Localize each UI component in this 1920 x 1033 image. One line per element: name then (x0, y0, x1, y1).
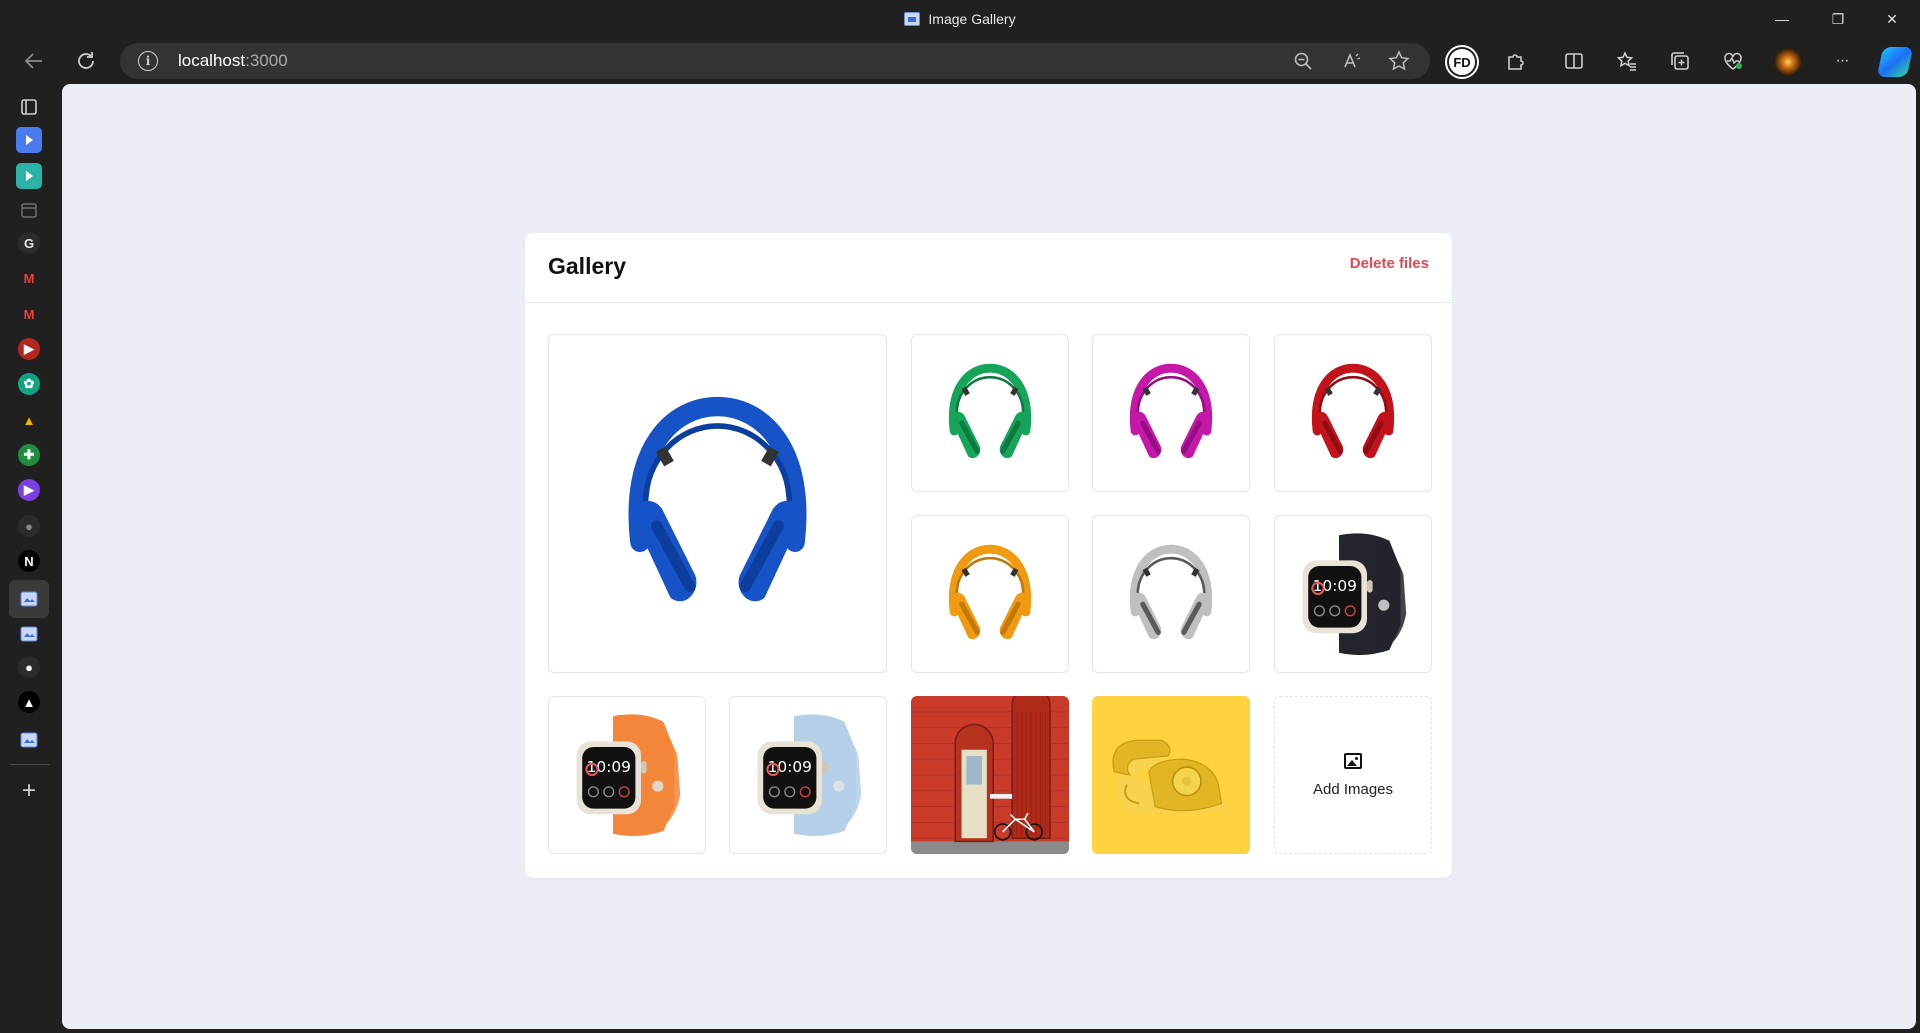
delete-files-button[interactable]: Delete files (1350, 255, 1429, 272)
gallery-header: Gallery Delete files (525, 233, 1452, 303)
svg-text:10:09: 10:09 (768, 758, 812, 776)
collections-icon[interactable] (1666, 47, 1694, 75)
gallery-image-watch-black[interactable]: 10:09 (1274, 515, 1432, 673)
profile-avatar[interactable] (1774, 48, 1802, 76)
add-images-label: Add Images (1312, 780, 1394, 798)
vercel-icon[interactable]: ▲ (18, 691, 40, 713)
gallery-image-headphones-blue[interactable] (548, 334, 887, 673)
extensions-puzzle-icon[interactable] (1502, 47, 1530, 75)
gallery-title: Gallery (548, 253, 626, 279)
gmail-icon[interactable]: M (18, 267, 40, 289)
gallery-image-headphones-red[interactable] (1274, 334, 1432, 492)
refresh-icon[interactable] (72, 47, 100, 75)
image-icon (1344, 752, 1362, 769)
read-aloud-icon[interactable] (1339, 49, 1365, 73)
google-drive-icon[interactable]: ▲ (18, 409, 40, 431)
app-icon[interactable]: ▶ (18, 479, 40, 501)
image-gallery-favicon-icon (904, 12, 921, 26)
gallery-image-headphones-silver[interactable] (1092, 515, 1250, 673)
add-images-tile[interactable]: Add Images (1274, 696, 1432, 854)
browser-essentials-heart-icon[interactable] (1719, 47, 1747, 75)
address-bar[interactable]: i localhost:3000 (120, 43, 1430, 79)
youtube-icon[interactable]: ▶ (18, 338, 40, 360)
sidebar-divider (10, 764, 50, 765)
favorite-star-icon[interactable] (1386, 49, 1412, 73)
gallery-image-headphones-magenta[interactable] (1092, 334, 1250, 492)
site-info-icon[interactable]: i (138, 51, 158, 71)
back-arrow-icon[interactable] (20, 47, 48, 75)
google-sheets-icon[interactable]: ✚ (18, 444, 40, 466)
image-gallery-icon[interactable] (16, 586, 42, 612)
gallery-image-yellow-rotary-phone[interactable] (1092, 696, 1250, 854)
gallery-image-red-wall-door-bicycle[interactable] (911, 696, 1069, 854)
copilot-icon[interactable] (1876, 47, 1914, 77)
chatgpt-icon[interactable]: ✿ (18, 373, 40, 395)
browser-toolbar: i localhost:3000 FD ··· (0, 38, 1920, 84)
window-title: Image Gallery (0, 0, 1920, 38)
page-viewport: Gallery Delete files 10:09 10:09 10:09 A… (62, 84, 1916, 1029)
gallery-card: Gallery Delete files 10:09 10:09 10:09 A… (525, 233, 1452, 878)
extension-fd-badge[interactable]: FD (1447, 47, 1477, 77)
calendar-icon[interactable] (16, 197, 42, 223)
restore-button[interactable]: ❐ (1810, 0, 1866, 38)
gallery-image-headphones-orange[interactable] (911, 515, 1069, 673)
settings-more-icon[interactable]: ··· (1828, 47, 1856, 75)
github-icon-2[interactable]: ● (18, 656, 40, 678)
add-sidebar-app-icon[interactable]: + (16, 777, 42, 804)
gallery-image-headphones-green[interactable] (911, 334, 1069, 492)
svg-text:10:09: 10:09 (1313, 577, 1357, 595)
zoom-out-icon[interactable] (1290, 49, 1316, 73)
image-gallery-icon-2[interactable] (16, 621, 42, 647)
gallery-image-watch-orange[interactable]: 10:09 (548, 696, 706, 854)
github-icon[interactable]: ● (18, 515, 40, 537)
image-gallery-icon-3[interactable] (16, 727, 42, 753)
window-title-bar: Image Gallery — ❐ ✕ (0, 0, 1920, 38)
minimize-button[interactable]: — (1754, 0, 1810, 38)
window-title-text: Image Gallery (928, 11, 1016, 27)
address-url[interactable]: localhost:3000 (178, 51, 288, 71)
favorites-list-icon[interactable] (1613, 47, 1641, 75)
media-play-icon[interactable] (16, 127, 42, 153)
tab-actions-icon[interactable] (16, 94, 42, 120)
vertical-sidebar: G M M ▶ ✿ ▲ ✚ ▶ ● N ● ▲ + (0, 84, 62, 1033)
gallery-image-watch-light-blue[interactable]: 10:09 (729, 696, 887, 854)
svg-text:10:09: 10:09 (587, 758, 631, 776)
google-icon[interactable]: G (18, 232, 40, 254)
split-screen-icon[interactable] (1560, 47, 1588, 75)
nextjs-icon[interactable]: N (18, 550, 40, 572)
gmail-icon-2[interactable]: M (18, 303, 40, 325)
media-play-icon-2[interactable] (16, 163, 42, 189)
close-window-button[interactable]: ✕ (1864, 0, 1920, 38)
